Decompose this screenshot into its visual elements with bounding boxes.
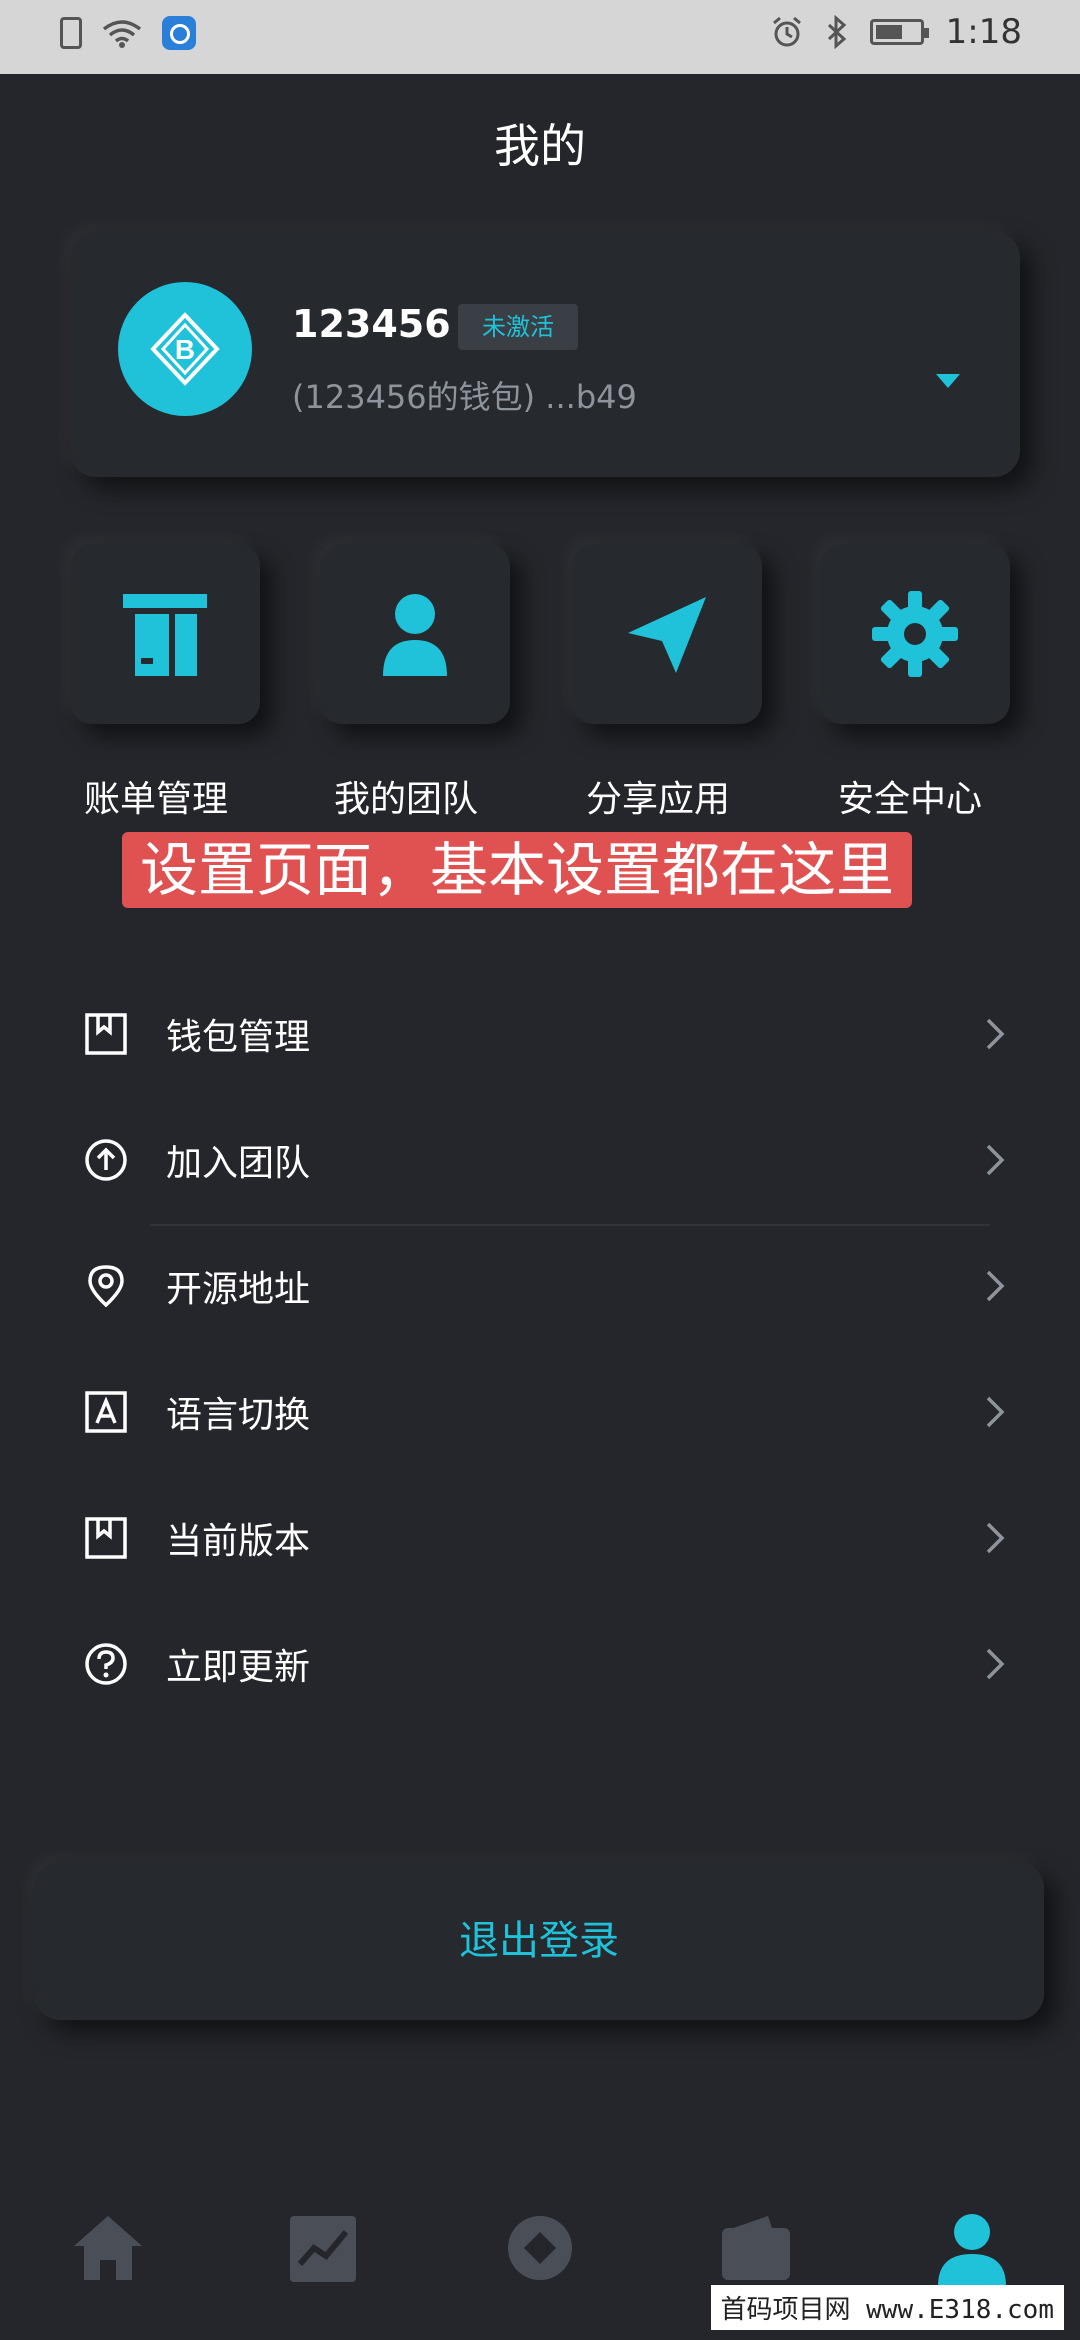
menu-item-join-team[interactable]: 加入团队 [0, 1110, 1080, 1210]
menu-label: 语言切换 [166, 1395, 311, 1436]
bluetooth-icon [827, 15, 846, 49]
menu-item-open-source[interactable]: 开源地址 [0, 1236, 1080, 1336]
discover-tab[interactable] [500, 2208, 580, 2288]
wallet-address: (123456的钱包) ...b49 [292, 378, 637, 416]
bill-management-button[interactable] [70, 544, 260, 724]
menu-label: 当前版本 [166, 1521, 311, 1562]
wallet-tab[interactable] [716, 2208, 796, 2288]
avatar: B [118, 282, 252, 416]
compass-icon [508, 2216, 572, 2280]
question-circle-icon [85, 1643, 127, 1685]
chevron-down-icon[interactable] [936, 374, 960, 388]
wallet-logo-icon: B [150, 312, 220, 386]
status-time: 1:18 [945, 12, 1022, 52]
profile-card[interactable]: B 123456 未激活 (123456的钱包) ...b49 [70, 232, 1020, 477]
menu-item-language[interactable]: 语言切换 [0, 1362, 1080, 1462]
chevron-right-icon [986, 1144, 1005, 1176]
security-center-button[interactable] [820, 544, 1010, 724]
menu-item-wallet-management[interactable]: 钱包管理 [0, 984, 1080, 1084]
chart-icon [290, 2216, 356, 2282]
bookmark-icon [85, 1013, 127, 1055]
menu-label: 立即更新 [166, 1647, 311, 1688]
alarm-icon [772, 16, 801, 47]
home-icon [74, 2216, 142, 2280]
divider [150, 1224, 990, 1226]
sim-icon [60, 17, 82, 49]
send-icon [628, 597, 706, 673]
home-tab[interactable] [68, 2208, 148, 2288]
wallet-icon [722, 2216, 790, 2280]
my-team-button[interactable] [320, 544, 510, 724]
menu-item-current-version[interactable]: 当前版本 [0, 1488, 1080, 1588]
chevron-right-icon [986, 1396, 1005, 1428]
quick-action-label-security: 安全中心 [838, 779, 983, 820]
battery-icon [869, 19, 929, 45]
logout-button[interactable]: 退出登录 [34, 1862, 1044, 2020]
menu-label: 钱包管理 [166, 1017, 311, 1058]
location-pin-icon [88, 1265, 124, 1308]
status-left-icons [60, 16, 196, 50]
quick-action-label-share: 分享应用 [586, 779, 731, 820]
status-right-icons: 1:18 [770, 12, 1022, 52]
app-notification-icon [162, 16, 196, 50]
market-tab[interactable] [284, 2208, 364, 2288]
language-icon [85, 1391, 127, 1433]
status-badge: 未激活 [458, 304, 578, 350]
chevron-right-icon [986, 1648, 1005, 1680]
svg-text:B: B [175, 334, 195, 365]
gear-icon [872, 591, 958, 677]
bookmark-icon [85, 1517, 127, 1559]
chevron-right-icon [986, 1270, 1005, 1302]
quick-action-label-bill: 账单管理 [84, 779, 229, 820]
menu-label: 开源地址 [166, 1269, 311, 1310]
chevron-right-icon [986, 1522, 1005, 1554]
user-icon [383, 594, 447, 676]
username: 123456 [292, 302, 451, 346]
menu-label: 加入团队 [166, 1143, 311, 1184]
quick-action-label-team: 我的团队 [334, 779, 479, 820]
status-bar: 1:18 [0, 0, 1080, 74]
wifi-icon [102, 20, 142, 48]
chevron-right-icon [986, 1018, 1005, 1050]
annotation-text: 设置页面，基本设置都在这里 [122, 832, 913, 908]
menu-item-update-now[interactable]: 立即更新 [0, 1614, 1080, 1714]
profile-tab[interactable] [932, 2208, 1012, 2288]
share-app-button[interactable] [572, 544, 762, 724]
annotation-overlay: 设置页面，基本设置都在这里 [122, 830, 952, 910]
arrow-up-circle-icon [85, 1139, 127, 1181]
watermark: 首码项目网 www.E318.com [710, 2285, 1064, 2330]
page-title: 我的 [494, 119, 586, 173]
bill-icon [123, 594, 207, 676]
profile-icon [938, 2214, 1006, 2286]
